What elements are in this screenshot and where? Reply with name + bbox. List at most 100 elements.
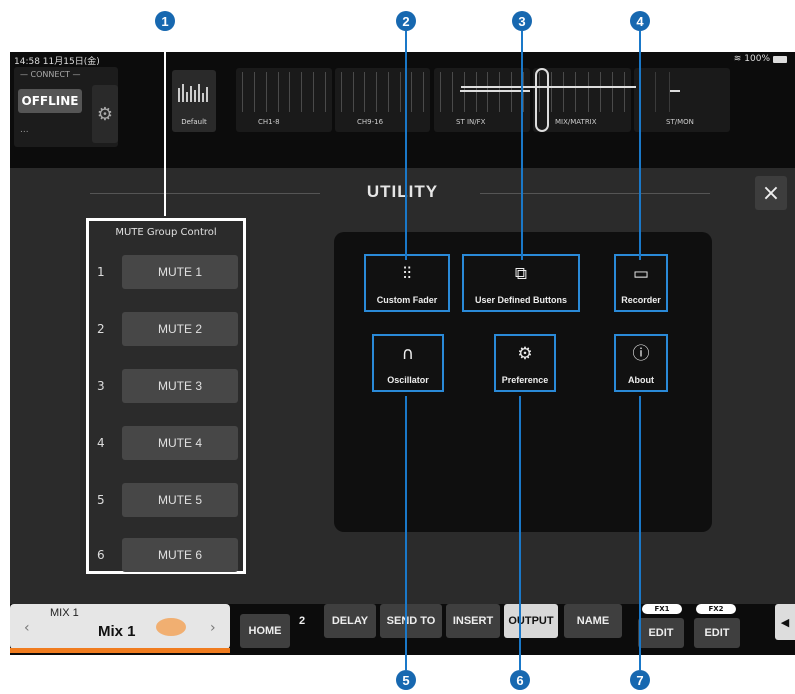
delay-button[interactable]: DELAY [324, 604, 376, 638]
chevron-left-icon[interactable]: ‹ [24, 620, 30, 636]
bank-st-in-fx[interactable]: ST IN/FX [434, 68, 530, 132]
callout-4: 4 [630, 11, 650, 31]
mute-1-button[interactable]: MUTE 1 [122, 255, 238, 289]
bank-label: CH9-16 [357, 118, 384, 126]
settings-button[interactable]: ⚙ [92, 85, 118, 143]
wifi-icon: ≋ [733, 54, 742, 64]
info-icon: ⓘ [632, 344, 650, 364]
battery-percent: 100% [744, 54, 770, 64]
utility-panel: UTILITY × MUTE Group Control 1 MUTE 1 2 … [10, 168, 795, 604]
bank-ch9-16[interactable]: CH9-16 [335, 68, 430, 132]
mute-row: 3 MUTE 3 [89, 369, 243, 403]
close-button[interactable]: × [755, 176, 787, 210]
fx1-edit-button[interactable]: EDIT [638, 618, 684, 648]
mix-selector[interactable]: ‹ MIX 1 Mix 1 › [10, 604, 230, 653]
sliders-icon: ⫶⫶ [402, 264, 412, 284]
device-screen: 14:58 11月15日(金) ≋ 100% — CONNECT — OFFLI… [10, 52, 795, 655]
offline-button[interactable]: OFFLINE [18, 89, 82, 113]
mute-row: 5 MUTE 5 [89, 483, 243, 517]
connect-status-dots: ... [20, 125, 29, 135]
person-gear-icon: ⚙ [517, 344, 533, 364]
st-level-tick [670, 90, 680, 92]
mute-3-button[interactable]: MUTE 3 [122, 369, 238, 403]
battery-status: ≋ 100% [734, 54, 787, 64]
user-button-icon: ⧉ [514, 264, 528, 284]
about-label: About [628, 375, 654, 385]
chevron-right-icon[interactable]: › [210, 620, 216, 636]
fx2-edit-button[interactable]: EDIT [694, 618, 740, 648]
callout-line-5 [405, 396, 407, 670]
name-button[interactable]: NAME [564, 604, 622, 638]
callout-2: 2 [396, 11, 416, 31]
user-defined-buttons-button[interactable]: ⧉ User Defined Buttons [462, 254, 580, 312]
close-icon: × [761, 180, 781, 206]
mute-4-button[interactable]: MUTE 4 [122, 426, 238, 460]
output-button[interactable]: OUTPUT [504, 604, 558, 638]
bank-label: CH1-8 [258, 118, 280, 126]
home-button[interactable]: HOME [240, 614, 290, 648]
gear-icon: ⚙ [96, 103, 114, 125]
default-scene-button[interactable]: Default [172, 70, 216, 132]
fx2-tag: FX2 [696, 604, 736, 614]
send-to-button[interactable]: SEND TO [380, 604, 442, 638]
callout-line-6 [519, 396, 521, 670]
bank-label: ST/MON [666, 118, 694, 126]
mute-number: 1 [97, 265, 105, 279]
callout-line-3 [521, 31, 523, 260]
meter-icon [178, 84, 208, 102]
preference-button[interactable]: ⚙ Preference [494, 334, 556, 392]
mute-group-title: MUTE Group Control [115, 227, 217, 238]
page-title: UTILITY [366, 182, 439, 201]
bank-selector-knob[interactable] [535, 68, 549, 132]
callout-line-7 [639, 396, 641, 670]
battery-icon [773, 55, 787, 63]
bank-label: ST IN/FX [456, 118, 486, 126]
clock: 14:58 11月15日(金) [14, 57, 100, 67]
mute-2-button[interactable]: MUTE 2 [122, 312, 238, 346]
expand-button[interactable]: ◀ [775, 604, 795, 640]
default-scene-label: Default [181, 118, 207, 126]
about-button[interactable]: ⓘ About [614, 334, 668, 392]
callout-6: 6 [510, 670, 530, 690]
insert-button[interactable]: INSERT [446, 604, 500, 638]
utility-menu-box: ⫶⫶ Custom Fader ⧉ User Defined Buttons ▭… [334, 232, 712, 532]
custom-fader-button[interactable]: ⫶⫶ Custom Fader [364, 254, 450, 312]
mute-number: 4 [97, 436, 105, 450]
preference-label: Preference [501, 375, 549, 385]
mute-row: 2 MUTE 2 [89, 312, 243, 346]
mute-5-button[interactable]: MUTE 5 [122, 483, 238, 517]
oscillator-label: Oscillator [387, 375, 429, 385]
cassette-icon: ▭ [632, 264, 650, 284]
bank-label: MIX/MATRIX [555, 118, 597, 126]
callout-3: 3 [512, 11, 532, 31]
callout-1: 1 [155, 11, 175, 31]
mute-row: 1 MUTE 1 [89, 255, 243, 289]
connect-panel: — CONNECT — OFFLINE ... ⚙ [14, 67, 118, 147]
custom-fader-label: Custom Fader [376, 295, 438, 305]
callout-line-2 [405, 31, 407, 260]
oscillator-button[interactable]: ∩ Oscillator [372, 334, 444, 392]
mute-number: 5 [97, 493, 105, 507]
mute-row: 4 MUTE 4 [89, 426, 243, 460]
mute-number: 3 [97, 379, 105, 393]
headphones-icon: ∩ [401, 344, 415, 364]
mix-color-stripe [10, 648, 230, 653]
bottom-bar: ‹ MIX 1 Mix 1 › HOME 2 DELAY SEND TO INS… [10, 604, 795, 655]
st-in-level-line [460, 90, 530, 92]
bank-ch1-8[interactable]: CH1-8 [236, 68, 332, 132]
mute-group-control: MUTE Group Control 1 MUTE 1 2 MUTE 2 3 M… [86, 218, 246, 574]
mute-number: 2 [97, 322, 105, 336]
mute-row: 6 MUTE 6 [89, 538, 243, 572]
status-bar: 14:58 11月15日(金) ≋ 100% [10, 52, 795, 67]
bank-st-mon[interactable]: ST/MON [634, 68, 730, 132]
triangle-left-icon: ◀ [780, 615, 790, 629]
recorder-label: Recorder [621, 295, 661, 305]
fx1-tag: FX1 [642, 604, 682, 614]
mute-6-button[interactable]: MUTE 6 [122, 538, 238, 572]
callout-line-1 [164, 31, 166, 216]
recorder-button[interactable]: ▭ Recorder [614, 254, 668, 312]
callout-7: 7 [630, 670, 650, 690]
mute-number: 6 [97, 548, 105, 562]
channel-color-icon [156, 618, 186, 636]
user-defined-buttons-label: User Defined Buttons [474, 295, 567, 305]
